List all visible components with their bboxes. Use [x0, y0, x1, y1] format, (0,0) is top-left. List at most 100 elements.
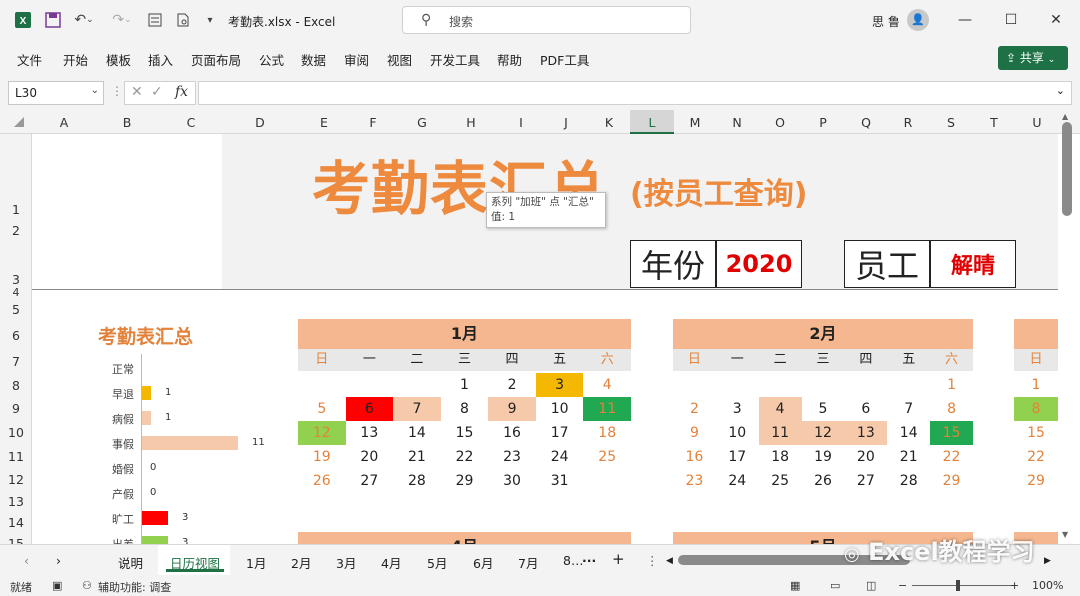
tab-file[interactable]: 文件 — [17, 50, 42, 69]
column-header[interactable]: D — [248, 115, 272, 130]
calendar-day[interactable]: 11 — [583, 397, 631, 421]
normal-view-icon[interactable]: ▦ — [790, 579, 800, 592]
column-header[interactable]: B — [115, 115, 139, 130]
tab-view[interactable]: 视图 — [387, 50, 412, 69]
name-box[interactable]: L30 ⌄ — [8, 81, 104, 105]
calendar-day[interactable]: 18 — [759, 445, 802, 469]
column-header[interactable]: Q — [854, 115, 878, 130]
page-layout-view-icon[interactable]: ▭ — [830, 579, 840, 592]
zoom-slider-handle[interactable] — [956, 580, 960, 591]
calendar-day[interactable]: 24 — [536, 445, 584, 469]
search-input[interactable]: ⚲ 搜索 — [402, 6, 691, 34]
calendar-day[interactable]: 26 — [802, 469, 845, 493]
print-preview-icon[interactable] — [174, 10, 192, 30]
calendar-day[interactable]: 29 — [1014, 469, 1058, 493]
minimize-button[interactable]: — — [953, 8, 977, 32]
macro-record-icon[interactable]: ▣ — [52, 579, 62, 592]
calendar-day[interactable]: 19 — [298, 445, 346, 469]
accessibility-status[interactable]: 辅助功能: 调查 — [98, 579, 171, 595]
column-header[interactable]: N — [725, 115, 749, 130]
confirm-icon[interactable]: ✓ — [151, 84, 163, 100]
calendar-day[interactable]: 28 — [887, 469, 930, 493]
calendar-day[interactable]: 17 — [536, 421, 584, 445]
tab-data[interactable]: 数据 — [301, 50, 326, 69]
calendar-day[interactable]: 8 — [930, 397, 973, 421]
scroll-up-icon[interactable]: ▲ — [1062, 112, 1068, 121]
sheet-tab[interactable]: 7月 — [518, 553, 538, 572]
save-icon[interactable] — [42, 10, 64, 30]
calendar-day[interactable]: 22 — [1014, 445, 1058, 469]
page-break-view-icon[interactable]: ◫ — [866, 579, 876, 592]
calendar-day[interactable]: 25 — [583, 445, 631, 469]
calendar-day[interactable]: 30 — [488, 469, 536, 493]
calendar-day[interactable]: 15 — [930, 421, 973, 445]
calendar-day[interactable]: 22 — [930, 445, 973, 469]
row-header[interactable]: 12 — [0, 472, 32, 487]
calendar-day[interactable]: 3 — [716, 397, 759, 421]
sheet-tab-active[interactable]: 日历视图 — [170, 553, 220, 572]
row-header[interactable]: 13 — [0, 494, 32, 509]
column-header[interactable]: H — [459, 115, 483, 130]
row-header[interactable]: 5 — [0, 302, 32, 317]
calendar-day[interactable]: 8 — [1014, 397, 1058, 421]
calendar-day[interactable]: 23 — [673, 469, 716, 493]
calendar-day[interactable]: 3 — [535, 373, 584, 397]
calendar-day[interactable]: 21 — [887, 445, 930, 469]
calendar-day[interactable]: 29 — [930, 469, 973, 493]
sheet-tab[interactable]: 1月 — [246, 553, 266, 572]
column-header[interactable]: P — [811, 115, 835, 130]
more-tabs-icon[interactable]: ··· — [582, 553, 596, 568]
calendar-day[interactable]: 2 — [673, 397, 716, 421]
chart-bar[interactable] — [142, 411, 151, 425]
close-button[interactable]: ✕ — [1044, 8, 1068, 32]
calendar-day[interactable]: 13 — [346, 421, 394, 445]
calendar-day[interactable]: 11 — [758, 421, 802, 445]
calendar-day[interactable]: 20 — [346, 445, 394, 469]
row-header[interactable]: 7 — [0, 354, 32, 369]
calendar-day[interactable]: 10 — [536, 397, 584, 421]
employee-value[interactable]: 解晴 — [930, 240, 1016, 288]
insert-function-button[interactable]: fx — [175, 84, 188, 100]
chart-bar[interactable] — [142, 511, 168, 525]
row-header[interactable]: 2 — [0, 223, 32, 238]
calendar-day[interactable]: 1 — [1014, 373, 1058, 397]
calendar-day[interactable]: 16 — [488, 421, 536, 445]
zoom-in-button[interactable]: + — [1010, 579, 1019, 592]
calendar-day[interactable]: 6 — [345, 397, 394, 421]
share-button[interactable]: ⇪ 共享 ⌄ — [998, 46, 1068, 70]
column-header[interactable]: C — [179, 115, 203, 130]
row-header[interactable]: 11 — [0, 449, 32, 464]
more-options-icon[interactable]: ⋮ — [111, 84, 123, 98]
zoom-level[interactable]: 100% — [1032, 579, 1063, 592]
tab-help[interactable]: 帮助 — [497, 50, 522, 69]
row-header[interactable]: 6 — [0, 328, 32, 343]
sheet-tab[interactable]: 3月 — [336, 553, 356, 572]
worksheet-grid[interactable]: 考勤表汇总 (按员工查询) 年份 2020 员工 解晴 系列 "加班" 点 "汇… — [32, 134, 1058, 544]
column-header[interactable]: G — [410, 115, 434, 130]
calendar-day[interactable]: 16 — [673, 445, 716, 469]
calendar-day[interactable]: 28 — [393, 469, 441, 493]
row-header[interactable]: 9 — [0, 401, 32, 416]
avatar[interactable]: 👤 — [907, 9, 929, 31]
column-header[interactable]: M — [683, 115, 707, 130]
calendar-day[interactable]: 31 — [536, 469, 584, 493]
row-header[interactable]: 10 — [0, 425, 32, 440]
maximize-button[interactable]: ☐ — [999, 8, 1023, 32]
calendar-day[interactable]: 8 — [441, 397, 489, 421]
calendar-day[interactable]: 14 — [393, 421, 441, 445]
prev-sheet-icon[interactable]: ‹ — [24, 553, 29, 568]
calendar-day[interactable]: 18 — [583, 421, 631, 445]
vertical-scrollbar[interactable] — [1062, 122, 1072, 216]
column-header[interactable]: K — [597, 115, 621, 130]
tab-templates[interactable]: 模板 — [106, 50, 131, 69]
cancel-icon[interactable]: ✕ — [131, 84, 143, 100]
column-header[interactable]: F — [361, 115, 385, 130]
scroll-down-icon[interactable]: ▼ — [1062, 530, 1068, 539]
add-sheet-button[interactable]: + — [612, 550, 625, 568]
calendar-day[interactable]: 22 — [441, 445, 489, 469]
column-header[interactable]: E — [312, 115, 336, 130]
column-header[interactable]: A — [52, 115, 76, 130]
sheet-tab[interactable]: 8… — [563, 553, 583, 568]
chevron-down-icon[interactable]: ⌄ — [91, 85, 99, 96]
expand-formula-icon[interactable]: ⌄ — [1056, 84, 1065, 97]
